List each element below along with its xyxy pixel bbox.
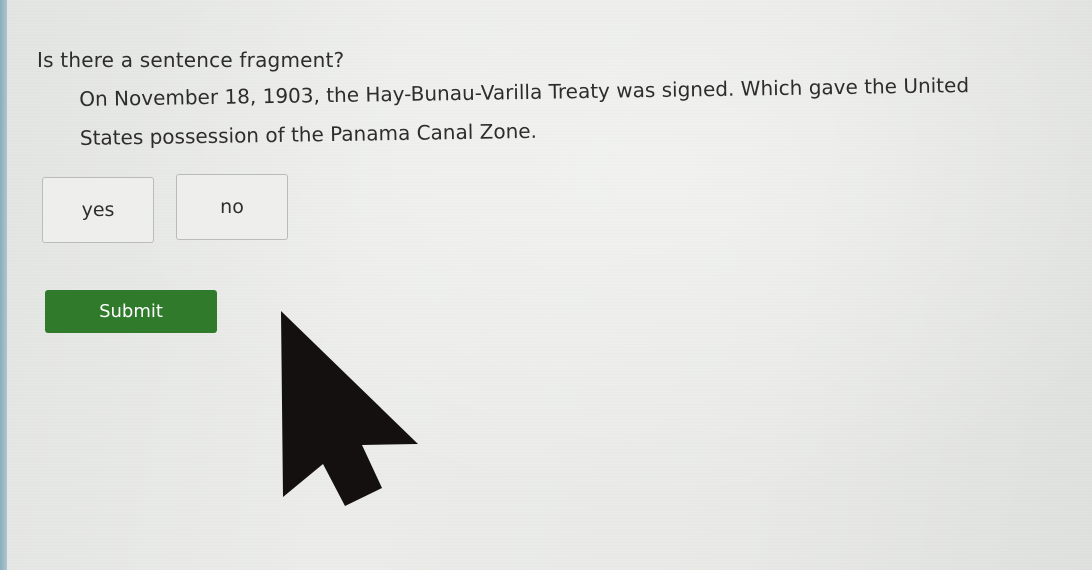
mouse-pointer-arrow-icon — [281, 311, 418, 506]
